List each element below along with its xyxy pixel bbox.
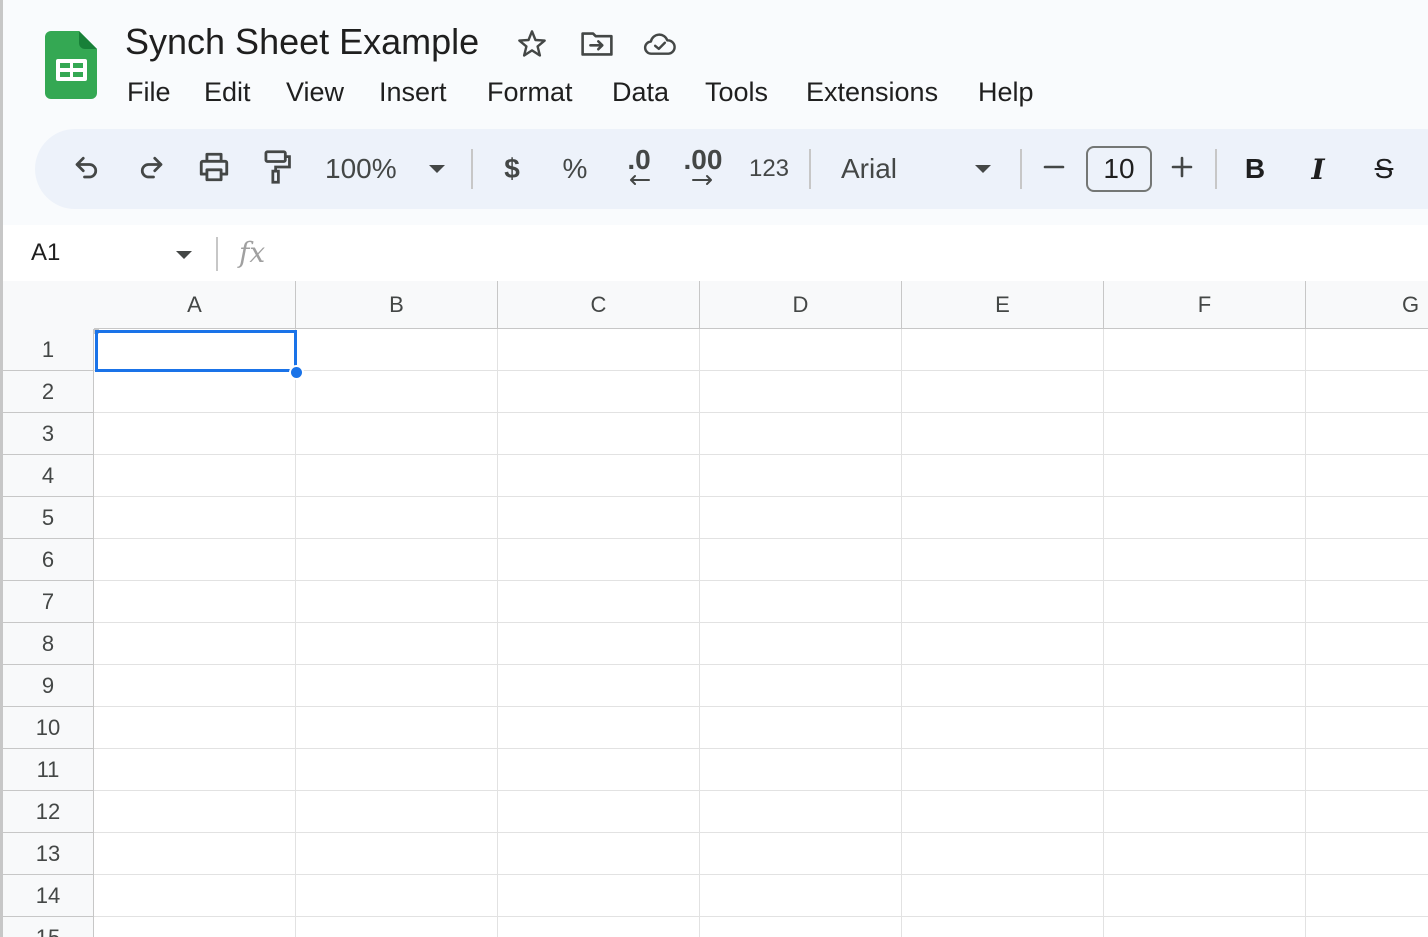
italic-button[interactable]: I (1303, 129, 1333, 209)
toolbar: 100% $ % .0 .00 123 Arial 10 B I S (35, 129, 1428, 209)
row-header-15[interactable]: 15 (3, 917, 94, 937)
font-dropdown-icon[interactable] (971, 129, 995, 209)
row-header-2[interactable]: 2 (3, 371, 94, 413)
menu-insert[interactable]: Insert (379, 74, 447, 110)
move-to-folder-icon[interactable] (580, 27, 614, 61)
column-header-g[interactable]: G (1306, 281, 1428, 329)
toolbar-divider (809, 149, 811, 189)
increase-decimal-button[interactable]: .00 (681, 129, 725, 209)
toolbar-divider (1215, 149, 1217, 189)
grid-line (497, 329, 498, 937)
sheets-logo-icon[interactable] (45, 31, 97, 99)
row-header-6[interactable]: 6 (3, 539, 94, 581)
column-header-b[interactable]: B (296, 281, 498, 329)
menu-tools[interactable]: Tools (705, 74, 768, 110)
menu-format[interactable]: Format (487, 74, 573, 110)
decrease-font-size-button[interactable] (1039, 129, 1069, 209)
row-header-10[interactable]: 10 (3, 707, 94, 749)
menu-extensions[interactable]: Extensions (806, 74, 938, 110)
row-header-9[interactable]: 9 (3, 665, 94, 707)
row-header-8[interactable]: 8 (3, 623, 94, 665)
print-button[interactable] (192, 129, 236, 209)
row-header-5[interactable]: 5 (3, 497, 94, 539)
increase-font-size-button[interactable] (1167, 129, 1197, 209)
menu-view[interactable]: View (286, 74, 344, 110)
row-header-14[interactable]: 14 (3, 875, 94, 917)
font-value: Arial (841, 153, 898, 184)
menu-data[interactable]: Data (612, 74, 669, 110)
row-header-1[interactable]: 1 (3, 329, 94, 371)
formula-bar-divider (216, 237, 218, 271)
toolbar-divider (1020, 149, 1022, 189)
formula-bar: A1 fx (3, 225, 1428, 281)
column-header-e[interactable]: E (902, 281, 1104, 329)
cloud-saved-icon[interactable] (643, 27, 677, 61)
undo-icon (72, 152, 102, 187)
paint-format-icon (261, 149, 293, 190)
strikethrough-button[interactable]: S (1367, 129, 1401, 209)
font-select[interactable]: Arial (841, 129, 961, 209)
menu-edit[interactable]: Edit (204, 74, 251, 110)
fx-icon: fx (239, 236, 266, 269)
print-icon (197, 150, 231, 189)
grid-line (1305, 329, 1306, 937)
fill-handle[interactable] (289, 365, 304, 380)
zoom-select[interactable]: 100% (325, 129, 415, 209)
redo-icon (136, 152, 166, 187)
number-format-button[interactable]: 123 (745, 129, 793, 209)
arrow-left-icon (627, 173, 651, 191)
row-header-7[interactable]: 7 (3, 581, 94, 623)
row-header-11[interactable]: 11 (3, 749, 94, 791)
toolbar-divider (471, 149, 473, 189)
decrease-decimal-button[interactable]: .0 (619, 129, 659, 209)
minus-icon (1042, 155, 1066, 184)
row-header-4[interactable]: 4 (3, 455, 94, 497)
grid-line (901, 329, 902, 937)
arrow-right-icon (691, 173, 715, 191)
plus-icon (1170, 155, 1194, 184)
name-box[interactable]: A1 (31, 225, 60, 281)
document-title[interactable]: Synch Sheet Example (125, 20, 479, 64)
selected-cell-a1[interactable] (95, 330, 297, 372)
bold-button[interactable]: B (1240, 129, 1270, 209)
row-header-3[interactable]: 3 (3, 413, 94, 455)
grid-line (1103, 329, 1104, 937)
grid-line (295, 329, 296, 937)
name-box-dropdown-icon[interactable] (175, 247, 193, 265)
star-icon[interactable] (515, 27, 549, 61)
column-header-f[interactable]: F (1104, 281, 1306, 329)
formula-input[interactable] (293, 225, 1393, 281)
paint-format-button[interactable] (255, 129, 299, 209)
currency-format-button[interactable]: $ (497, 129, 527, 209)
row-header-13[interactable]: 13 (3, 833, 94, 875)
column-header-d[interactable]: D (700, 281, 902, 329)
zoom-dropdown-icon[interactable] (425, 129, 449, 209)
spreadsheet-grid[interactable]: A B C D E F G 1 2 3 4 5 6 7 8 9 10 11 12… (3, 281, 1428, 937)
undo-button[interactable] (65, 129, 109, 209)
percent-format-button[interactable]: % (560, 129, 590, 209)
menu-file[interactable]: File (127, 74, 171, 110)
menu-help[interactable]: Help (978, 74, 1034, 110)
redo-button[interactable] (129, 129, 173, 209)
column-header-a[interactable]: A (94, 281, 296, 329)
select-all-corner[interactable] (3, 281, 99, 334)
zoom-value: 100% (325, 153, 397, 184)
font-size-input[interactable]: 10 (1086, 146, 1152, 192)
column-header-c[interactable]: C (498, 281, 700, 329)
grid-line (699, 329, 700, 937)
row-header-12[interactable]: 12 (3, 791, 94, 833)
